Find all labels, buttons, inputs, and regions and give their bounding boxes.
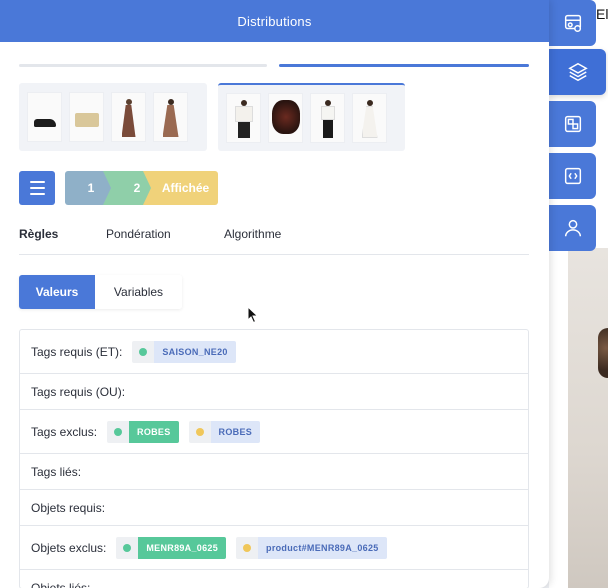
product-thumb-trousers[interactable] [311, 94, 344, 142]
pipeline-icon [564, 14, 581, 32]
tab-weighting[interactable]: Pondération [106, 227, 171, 241]
toggle-variables[interactable]: Variables [95, 275, 182, 309]
distributions-panel: Distributions 1 2 Affichée Règles Pondér… [0, 0, 549, 588]
progress-segment-2 [279, 64, 529, 67]
rule-row: Tags liés: [20, 454, 528, 490]
panel-title: Distributions [237, 13, 312, 29]
hamburger-menu-button[interactable] [19, 171, 55, 205]
code-icon [564, 167, 581, 185]
product-group-2[interactable] [218, 83, 405, 151]
rule-row: Objets exclus: MENR89A_0625 product#MENR89… [20, 526, 528, 570]
side-button-pipeline[interactable] [549, 0, 596, 46]
background-product-photo [568, 248, 608, 588]
chip-status-dot [132, 340, 155, 363]
menu-icon [29, 181, 45, 183]
tag-chip[interactable]: ROBES [188, 420, 261, 443]
product-thumb-blouse[interactable] [227, 94, 260, 142]
rule-label: Tags exclus: [31, 424, 98, 439]
tag-chip[interactable]: MENR89A_0625 [116, 536, 227, 559]
rule-row: Tags exclus: ROBES ROBES [20, 410, 528, 454]
rule-label: Objets exclus: [31, 540, 107, 555]
status-steps: 1 2 Affichée [65, 171, 218, 205]
tab-rules[interactable]: Règles [19, 227, 58, 241]
rule-label: Tags liés: [31, 464, 82, 479]
background-top-text: El [596, 6, 608, 22]
side-button-user[interactable] [549, 205, 596, 251]
product-thumb-white-dress[interactable] [353, 94, 386, 142]
chip-status-dot [236, 536, 259, 559]
step-displayed[interactable]: Affichée [143, 171, 218, 205]
tag-chip[interactable]: product#MENR89A_0625 [236, 536, 387, 559]
rule-row: Objets liés: [20, 570, 528, 588]
toggle-values[interactable]: Valeurs [19, 275, 95, 309]
side-button-code[interactable] [549, 153, 596, 199]
user-icon [564, 219, 581, 237]
values-variables-toggle: Valeurs Variables [19, 275, 182, 309]
product-thumb-shoes[interactable] [28, 93, 61, 141]
panel-header: Distributions [0, 0, 549, 42]
step-progress-bar [19, 64, 529, 68]
rule-label: Tags requis (ET): [31, 344, 123, 359]
rule-label: Tags requis (OU): [31, 384, 126, 399]
side-button-layers[interactable] [549, 49, 606, 95]
chip-text: product#MENR89A_0625 [258, 536, 387, 559]
chip-status-dot [188, 420, 211, 443]
chip-text: ROBES [210, 420, 261, 443]
tag-chip[interactable]: SAISON_NE20 [132, 340, 236, 363]
product-group-1[interactable] [19, 83, 207, 151]
product-thumb-fur-coat[interactable] [269, 94, 302, 142]
product-thumb-dress-2[interactable] [154, 93, 187, 141]
rule-label: Objets requis: [31, 500, 106, 515]
progress-segment-1 [19, 64, 267, 67]
product-thumb-dress-1[interactable] [112, 93, 145, 141]
rule-row: Tags requis (ET): SAISON_NE20 [20, 330, 528, 374]
rule-row: Objets requis: [20, 490, 528, 526]
chip-status-dot [107, 420, 130, 443]
rule-row: Tags requis (OU): [20, 374, 528, 410]
product-thumb-bag[interactable] [70, 93, 103, 141]
chip-text: ROBES [129, 420, 179, 443]
tab-bar: Règles Pondération Algorithme [19, 220, 529, 255]
tab-algorithm[interactable]: Algorithme [224, 227, 281, 241]
chip-text: SAISON_NE20 [154, 340, 236, 363]
chip-status-dot [116, 536, 139, 559]
mouse-cursor-icon [247, 306, 259, 324]
tag-chip[interactable]: ROBES [107, 420, 179, 443]
ab-test-icon [564, 115, 581, 133]
rules-list: Tags requis (ET): SAISON_NE20 Tags requis … [19, 329, 529, 588]
side-button-ab-test[interactable] [549, 101, 596, 147]
rule-label: Objets liés: [31, 580, 91, 588]
layers-icon [567, 62, 588, 82]
chip-text: MENR89A_0625 [138, 536, 227, 559]
